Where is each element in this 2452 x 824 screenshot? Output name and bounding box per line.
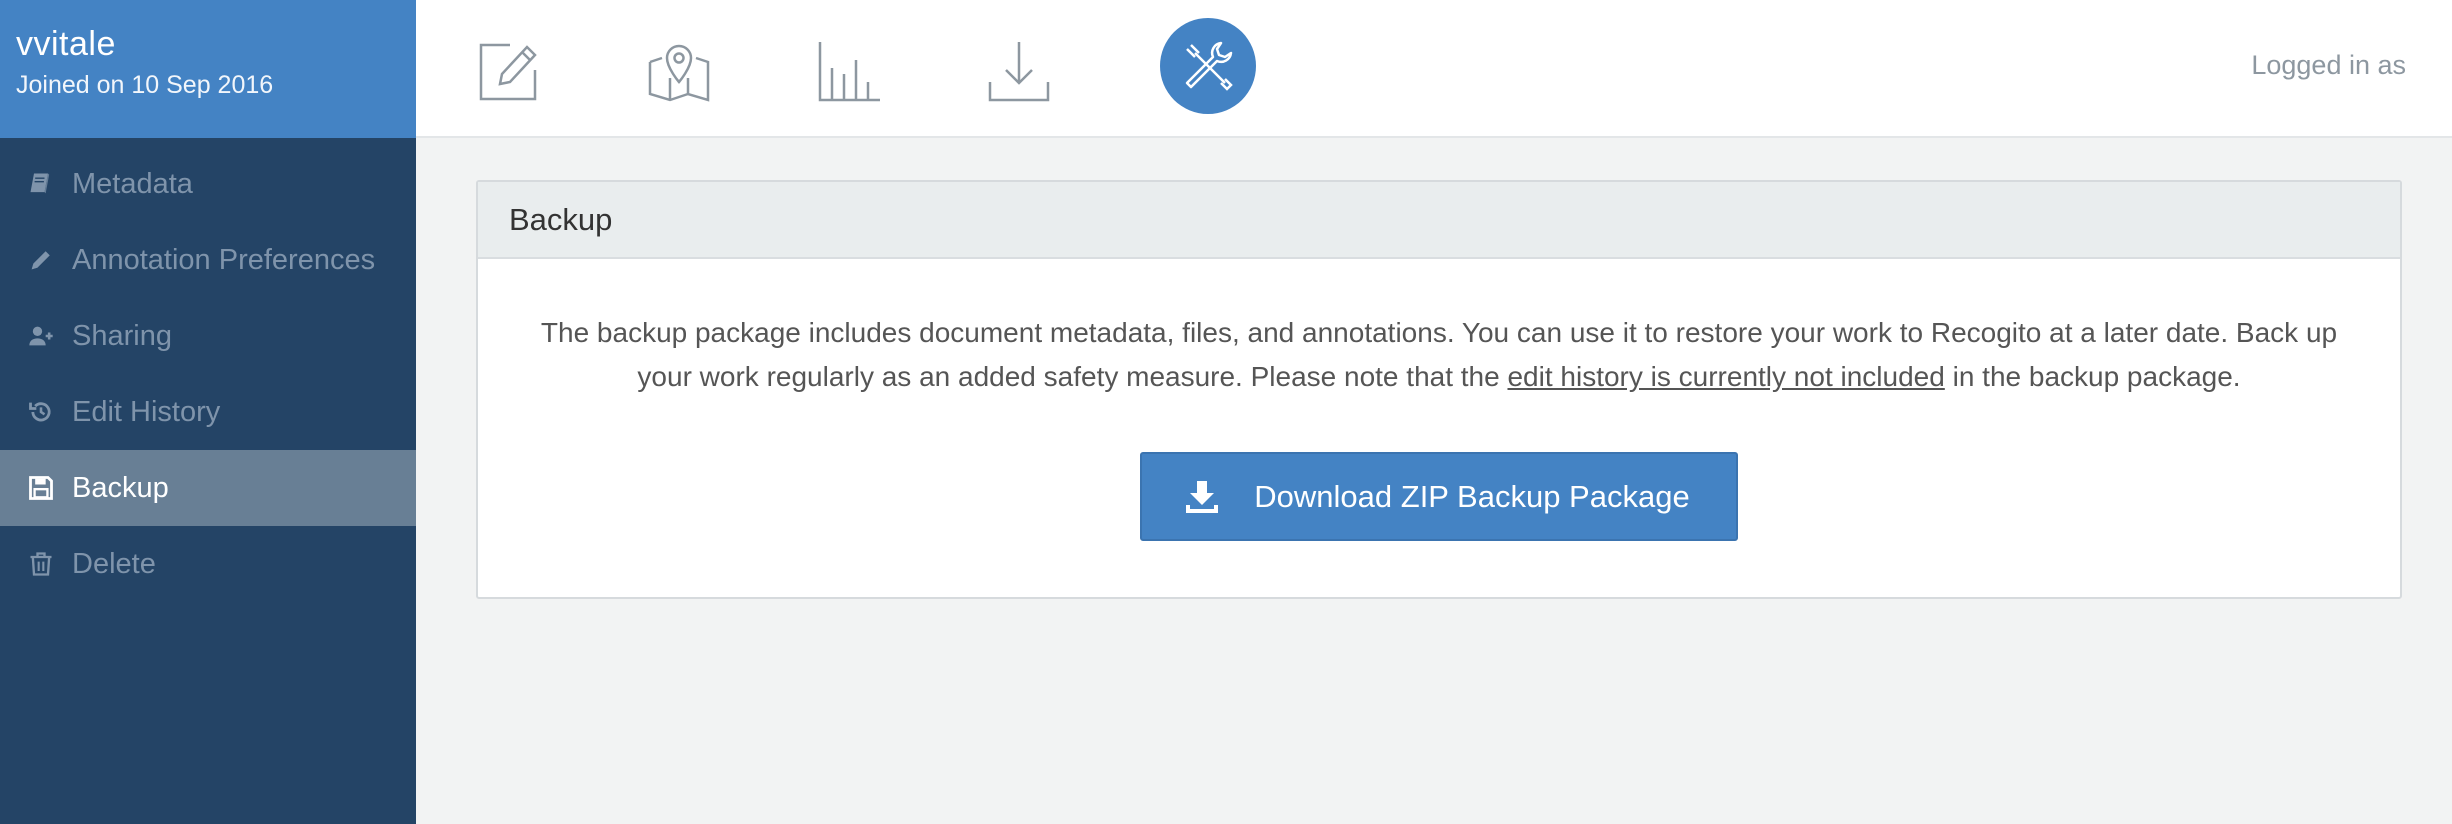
edit-icon[interactable]: [474, 36, 544, 106]
join-date: Joined on 10 Sep 2016: [16, 71, 274, 99]
map-icon[interactable]: [644, 36, 714, 106]
panel-title: Backup: [478, 182, 2400, 259]
sidebar-item-backup[interactable]: Backup: [0, 450, 416, 526]
sidebar-item-metadata[interactable]: Metadata: [0, 146, 416, 222]
sidebar-item-edit-history[interactable]: Edit History: [0, 374, 416, 450]
pencil-icon: [24, 243, 58, 277]
logged-in-label: Logged in as: [2251, 50, 2406, 80]
history-icon: [24, 395, 58, 429]
user-plus-icon: [24, 319, 58, 353]
download-icon: [1186, 480, 1219, 513]
backup-description: The backup package includes document met…: [518, 311, 2360, 399]
sidebar-item-label: Metadata: [72, 167, 193, 200]
bar-chart-icon[interactable]: [814, 36, 884, 106]
download-icon[interactable]: [984, 36, 1054, 106]
sidebar-item-label: Sharing: [72, 319, 172, 352]
sidebar-item-label: Backup: [72, 471, 169, 504]
top-toolbar: Logged in as: [416, 0, 2452, 138]
user-name: vvitale: [16, 25, 116, 63]
panel-body: The backup package includes document met…: [478, 311, 2400, 541]
sidebar: vvitale Joined on 10 Sep 2016 Metadata A…: [0, 0, 416, 824]
sidebar-item-label: Annotation Preferences: [72, 243, 376, 276]
download-button-label: Download ZIP Backup Package: [1254, 478, 1690, 514]
settings-menu: Metadata Annotation Preferences Sharing …: [0, 146, 416, 602]
description-text-end: in the backup package.: [1944, 361, 2241, 392]
sidebar-item-label: Edit History: [72, 395, 221, 428]
sidebar-item-label: Delete: [72, 547, 156, 580]
edit-history-note: edit history is currently not included: [1507, 361, 1945, 392]
download-zip-backup-button[interactable]: Download ZIP Backup Package: [1140, 452, 1738, 541]
floppy-disk-icon: [24, 471, 58, 505]
trash-icon: [24, 547, 58, 581]
sidebar-item-sharing[interactable]: Sharing: [0, 298, 416, 374]
sidebar-item-delete[interactable]: Delete: [0, 526, 416, 602]
user-profile-header: vvitale Joined on 10 Sep 2016: [0, 0, 416, 138]
backup-panel: Backup The backup package includes docum…: [476, 180, 2402, 599]
sidebar-item-annotation-preferences[interactable]: Annotation Preferences: [0, 222, 416, 298]
book-icon: [24, 167, 58, 201]
tools-icon[interactable]: [1160, 18, 1256, 114]
